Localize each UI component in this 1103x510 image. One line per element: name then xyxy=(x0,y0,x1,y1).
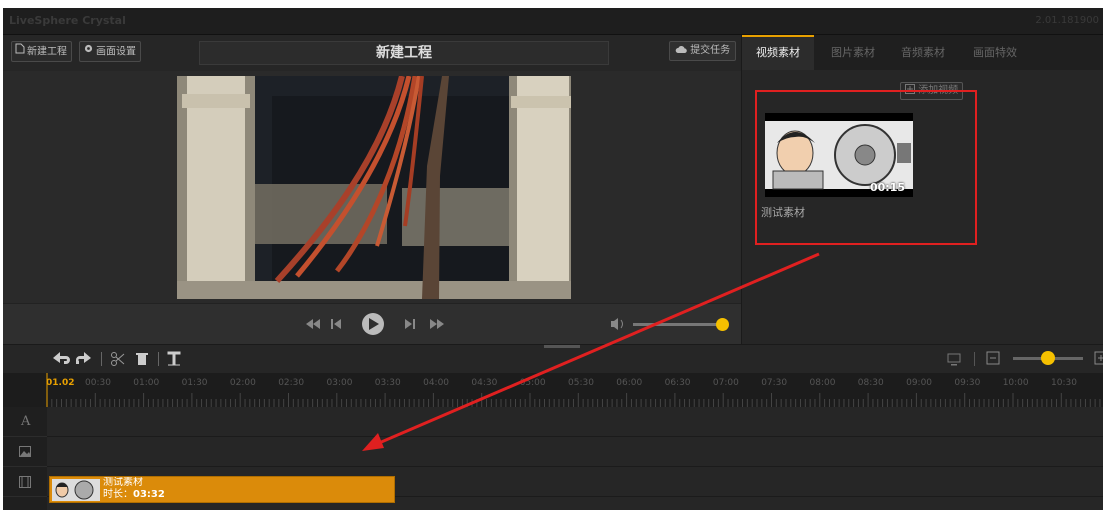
screen-settings-label: 画面设置 xyxy=(96,46,136,58)
new-project-label: 新建工程 xyxy=(27,46,67,58)
media-library-panel: 视频素材 图片素材 音频素材 画面特效 添加视频 00:15 测试素材 xyxy=(741,35,1103,344)
new-project-button[interactable]: 新建工程 xyxy=(11,41,72,62)
text-track-icon: A xyxy=(21,414,31,429)
cloud-upload-icon xyxy=(675,45,690,56)
project-toolbar: 新建工程 画面设置 新建工程 提交任务 xyxy=(3,35,741,71)
media-tabs: 视频素材 图片素材 音频素材 画面特效 xyxy=(742,35,1103,70)
screen-settings-button[interactable]: 画面设置 xyxy=(79,41,141,62)
video-track-icon xyxy=(19,476,31,491)
audio-track-header xyxy=(3,497,47,510)
annotation-highlight-box xyxy=(755,90,977,245)
time-ruler[interactable]: 01.02 00:30 01:00 01:30 02:00 02:30 03:00 03:3… xyxy=(3,373,1103,407)
new-file-icon xyxy=(15,42,25,61)
tab-screen-effects[interactable]: 画面特效 xyxy=(962,35,1028,70)
timeline-toolbar xyxy=(3,345,1103,373)
tab-image-material[interactable]: 图片素材 xyxy=(820,35,886,70)
submit-task-button[interactable]: 提交任务 xyxy=(669,41,737,61)
zoom-in-icon[interactable] xyxy=(1094,351,1103,365)
panel-resize-handle[interactable] xyxy=(544,345,580,348)
volume-slider-knob[interactable] xyxy=(716,318,729,331)
undo-icon[interactable] xyxy=(53,352,70,364)
video-track-header xyxy=(3,467,47,497)
title-bar: LiveSphere Crystal 2.01.181900 xyxy=(3,8,1103,35)
volume-slider[interactable] xyxy=(633,318,729,331)
trash-icon[interactable] xyxy=(136,353,148,365)
tab-audio-material[interactable]: 音频素材 xyxy=(890,35,956,70)
clip-duration-value: 03:32 xyxy=(133,489,165,500)
clip-duration-label: 时长： xyxy=(103,489,133,500)
rewind-icon[interactable] xyxy=(306,319,320,329)
timeline-tracks: A 测试素材 时长：03:32 xyxy=(3,407,1103,510)
clip-thumbnail xyxy=(52,479,100,501)
clip-name: 测试素材 xyxy=(103,477,143,488)
scissors-icon[interactable] xyxy=(111,352,125,366)
zoom-out-icon[interactable] xyxy=(986,351,1000,365)
tab-video-material[interactable]: 视频素材 xyxy=(742,35,814,70)
zoom-slider[interactable] xyxy=(1013,351,1083,365)
app-window: LiveSphere Crystal 2.01.181900 新建工程 画面设置… xyxy=(3,8,1103,510)
text-tool-icon[interactable] xyxy=(167,351,181,366)
next-frame-icon[interactable] xyxy=(405,319,415,329)
fast-forward-icon[interactable] xyxy=(430,319,444,329)
play-icon[interactable] xyxy=(362,313,384,335)
gear-icon xyxy=(83,42,94,61)
app-title: LiveSphere Crystal xyxy=(9,14,126,27)
text-track-header: A xyxy=(3,407,47,437)
volume-slider-track xyxy=(633,323,723,326)
previous-frame-icon[interactable] xyxy=(331,319,341,329)
image-track-header xyxy=(3,437,47,467)
text-track[interactable] xyxy=(47,407,1103,437)
submit-task-label: 提交任务 xyxy=(690,45,731,56)
player-controls xyxy=(3,303,741,344)
clip-duration: 时长：03:32 xyxy=(103,489,165,501)
zoom-slider-knob[interactable] xyxy=(1041,351,1055,365)
volume-icon[interactable] xyxy=(611,318,623,330)
image-track-icon xyxy=(19,446,31,460)
preview-panel: 新建工程 画面设置 新建工程 提交任务 xyxy=(3,35,741,344)
timeline-clip[interactable]: 测试素材 时长：03:32 xyxy=(49,476,395,503)
redo-icon[interactable] xyxy=(76,352,91,364)
project-name-field[interactable]: 新建工程 xyxy=(199,41,609,65)
timeline-panel: 01.02 00:30 01:00 01:30 02:00 02:30 03:00 03:3… xyxy=(3,344,1103,510)
image-track[interactable] xyxy=(47,437,1103,467)
app-version: 2.01.181900 xyxy=(1035,15,1099,26)
preview-area xyxy=(3,71,741,303)
video-preview xyxy=(177,76,571,299)
monitor-icon[interactable] xyxy=(947,353,961,366)
